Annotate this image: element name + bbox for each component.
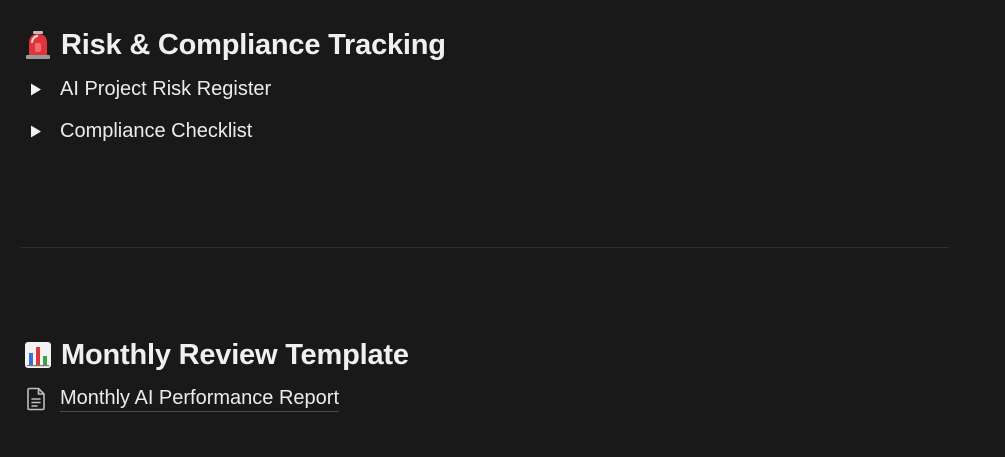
monthly-review-title: Monthly Review Template <box>61 338 409 371</box>
risk-compliance-section: Risk & Compliance Tracking AI Project Ri… <box>24 26 446 146</box>
notion-page: Risk & Compliance Tracking AI Project Ri… <box>0 0 1005 457</box>
risk-compliance-title: Risk & Compliance Tracking <box>61 28 446 61</box>
document-icon <box>24 384 50 414</box>
monthly-review-heading[interactable]: Monthly Review Template <box>24 336 409 374</box>
toggle-arrow-icon[interactable] <box>24 116 50 146</box>
page-link-monthly-ai-performance-report[interactable]: Monthly AI Performance Report <box>24 383 409 415</box>
police-light-icon <box>24 30 52 60</box>
risk-compliance-heading[interactable]: Risk & Compliance Tracking <box>24 26 446 64</box>
page-link-label[interactable]: Monthly AI Performance Report <box>60 387 340 412</box>
bar-chart-icon <box>24 340 52 370</box>
toggle-arrow-icon[interactable] <box>24 74 50 104</box>
toggle-label: AI Project Risk Register <box>60 77 272 100</box>
toggle-ai-project-risk-register[interactable]: AI Project Risk Register <box>24 74 446 104</box>
section-divider <box>20 247 949 248</box>
monthly-review-section: Monthly Review Template Monthly AI Perfo… <box>24 336 409 415</box>
toggle-label: Compliance Checklist <box>60 119 253 142</box>
toggle-compliance-checklist[interactable]: Compliance Checklist <box>24 116 446 146</box>
